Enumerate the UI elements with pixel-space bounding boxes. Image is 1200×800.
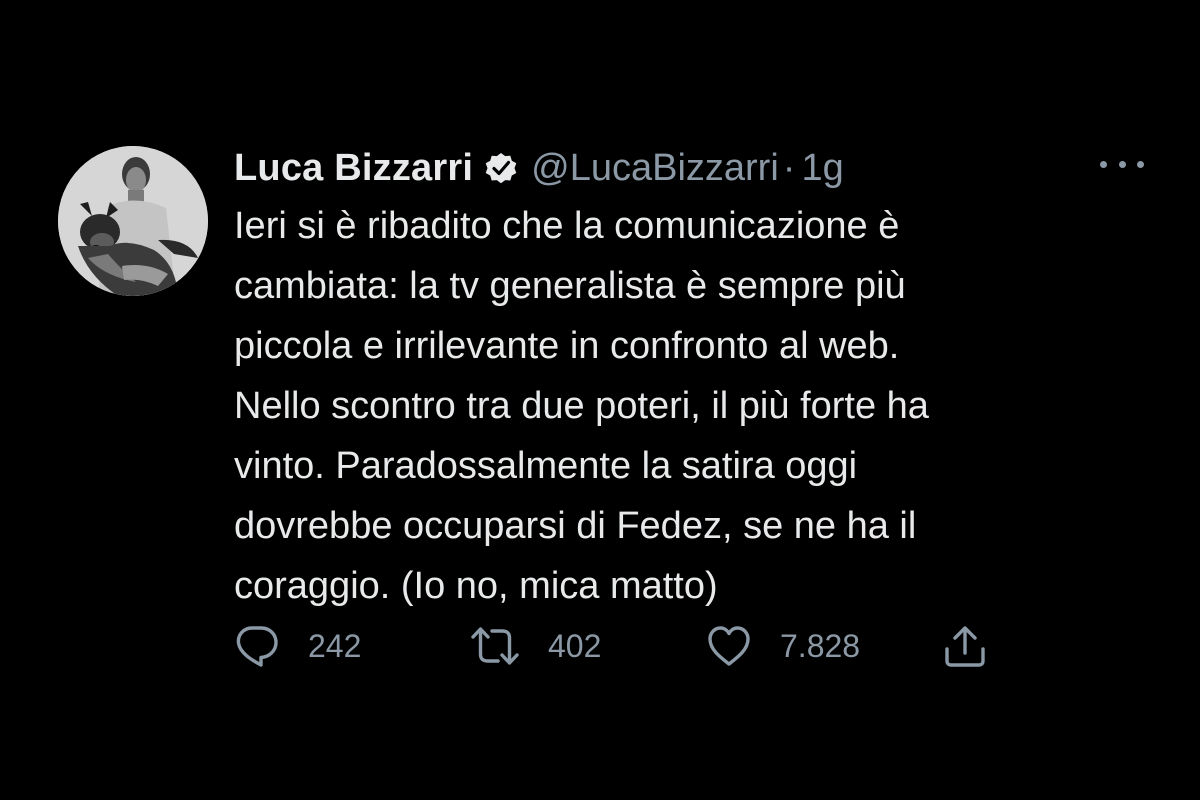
more-dot [1100, 160, 1107, 168]
tweet-text: Ieri si è ribadito che la comunicazione … [234, 196, 1114, 616]
tweet-text-line: vinto. Paradossalmente la satira oggi [234, 445, 858, 487]
reply-count: 242 [308, 627, 362, 664]
tweet[interactable]: Luca Bizzarri @LucaBizzarri · 1g Ieri si… [58, 140, 1148, 680]
author-name[interactable]: Luca Bizzarri [234, 147, 473, 190]
more-options-icon[interactable] [1100, 154, 1144, 174]
reply-icon [236, 626, 278, 667]
header-separator: · [782, 146, 796, 189]
share-icon [945, 626, 985, 667]
tweet-text-line: cambiata: la tv generalista è sempre più [234, 265, 906, 307]
tweet-header: Luca Bizzarri @LucaBizzarri · 1g [234, 140, 844, 196]
tweet-timestamp[interactable]: 1g [801, 147, 843, 190]
retweet-icon [471, 627, 519, 665]
like-button[interactable]: 7.828 [706, 624, 942, 668]
avatar[interactable] [58, 146, 208, 296]
retweet-count: 402 [548, 627, 602, 664]
more-dot [1137, 160, 1144, 168]
like-count: 7.828 [780, 627, 861, 664]
verified-badge-icon [483, 150, 519, 186]
avatar-image [58, 146, 208, 296]
tweet-text-line: coraggio. (Io no, mica matto) [234, 565, 718, 607]
tweet-text-line: piccola e irrilevante in confronto al we… [234, 325, 900, 367]
tweet-text-line: Nello scontro tra due poteri, il più for… [234, 385, 929, 427]
share-button[interactable] [942, 623, 988, 669]
tweet-text-line: Ieri si è ribadito che la comunicazione … [234, 205, 900, 247]
reply-button[interactable]: 242 [234, 624, 470, 668]
heart-icon [708, 626, 750, 666]
author-handle[interactable]: @LucaBizzarri [531, 147, 779, 190]
tweet-actions: 242 402 7.828 [234, 624, 988, 668]
retweet-button[interactable]: 402 [470, 624, 706, 668]
tweet-text-line: dovrebbe occuparsi di Fedez, se ne ha il [234, 505, 917, 547]
more-dot [1118, 160, 1126, 168]
